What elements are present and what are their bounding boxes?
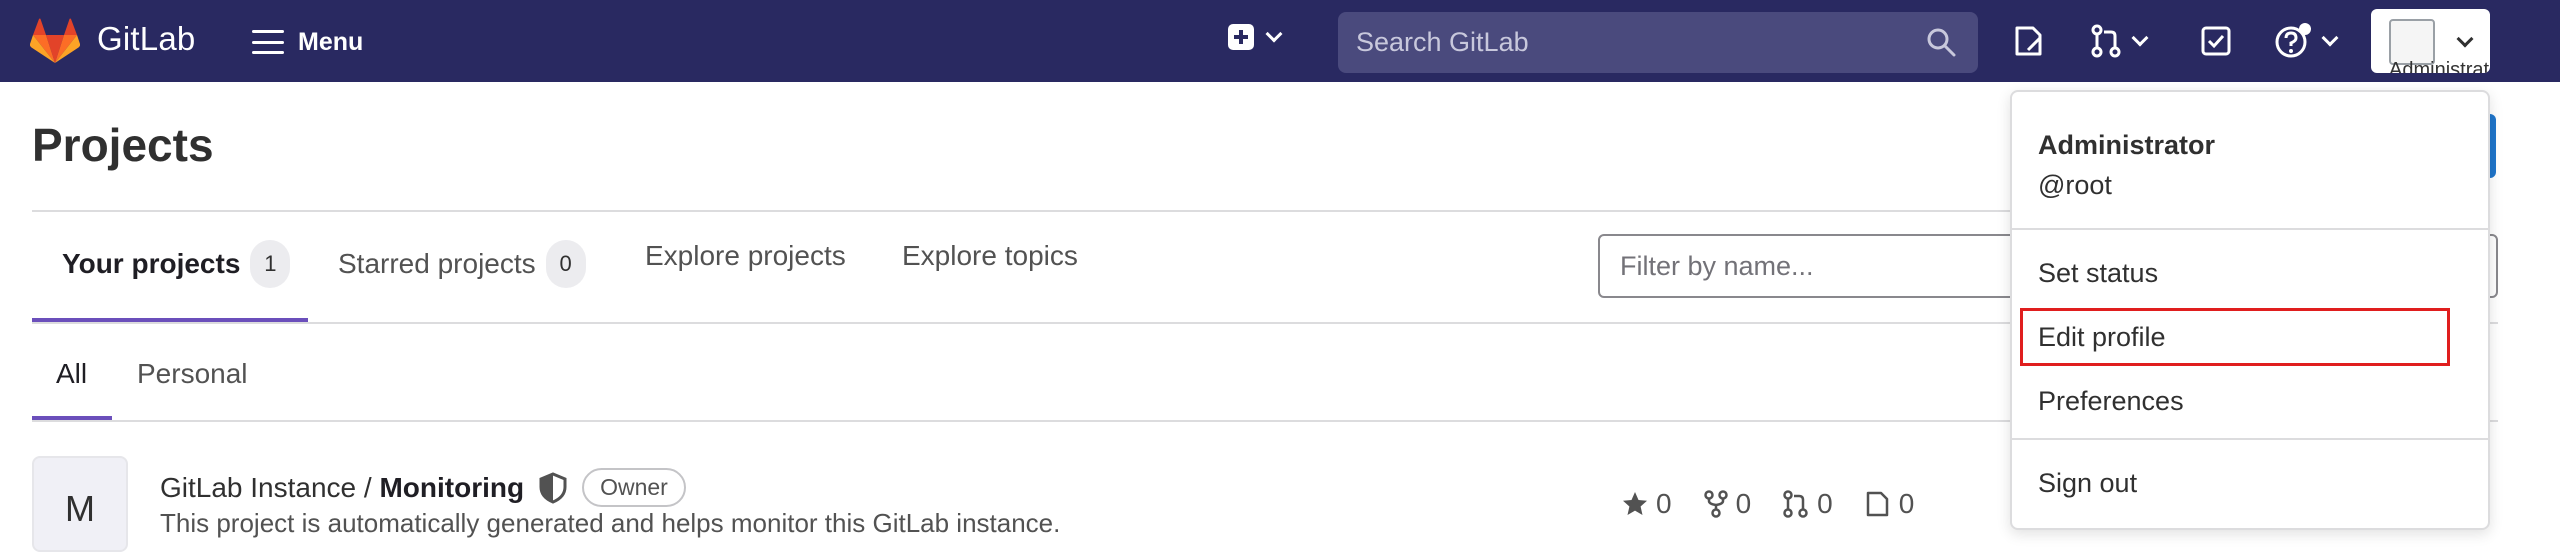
stars-stat[interactable]: 0	[1622, 488, 1672, 520]
merge-requests-count: 0	[1817, 488, 1833, 519]
menu-button[interactable]: Menu	[252, 24, 363, 60]
brand-name[interactable]: GitLab	[97, 20, 195, 58]
tab-explore-topics[interactable]: Explore topics	[902, 240, 1078, 272]
plus-square-icon	[1228, 24, 1254, 50]
subtab-personal[interactable]: Personal	[137, 358, 248, 390]
project-link[interactable]: GitLab Instance / Monitoring	[160, 472, 524, 504]
user-dropdown-menu: Administrator @root Set status Edit prof…	[2010, 90, 2490, 530]
dropdown-divider	[2012, 438, 2488, 440]
menu-item-set-status[interactable]: Set status	[2038, 258, 2158, 289]
chevron-down-icon	[1265, 25, 1283, 43]
role-badge: Owner	[582, 468, 686, 507]
menu-item-sign-out[interactable]: Sign out	[2038, 468, 2137, 499]
merge-requests-nav-button[interactable]	[2090, 22, 2149, 60]
dropdown-divider	[2012, 228, 2488, 230]
project-name: Monitoring	[379, 471, 525, 503]
search-icon	[1927, 28, 1956, 57]
title-divider	[32, 210, 2012, 212]
star-icon	[1623, 492, 1647, 515]
chevron-down-icon	[2321, 29, 2339, 47]
merge-request-icon	[2091, 24, 2121, 58]
user-avatar-button[interactable]: Administrator	[2371, 9, 2490, 73]
count-badge: 1	[250, 240, 291, 288]
dropdown-username[interactable]: @root	[2038, 170, 2112, 201]
help-question-icon	[2275, 23, 2311, 58]
issues-count: 0	[1898, 488, 1915, 519]
issues-icon	[2015, 26, 2042, 56]
tab-explore-projects[interactable]: Explore projects	[645, 240, 846, 272]
fork-icon	[1703, 490, 1728, 518]
filter-placeholder: Filter by name...	[1620, 250, 1814, 281]
top-navbar: GitLab Menu Search GitLab Administrat	[0, 0, 2560, 82]
tab-your-projects[interactable]: Your projects 1	[62, 240, 291, 288]
tab-starred-projects[interactable]: Starred projects 0	[338, 240, 586, 288]
menu-item-edit-profile[interactable]: Edit profile	[2038, 322, 2166, 353]
todos-nav-button[interactable]	[2200, 22, 2232, 60]
count-badge: 0	[545, 240, 586, 288]
menu-item-preferences[interactable]: Preferences	[2038, 386, 2184, 417]
merge-request-icon	[1783, 490, 1808, 518]
merge-requests-stat[interactable]: 0	[1783, 488, 1833, 520]
forks-count: 0	[1735, 488, 1752, 519]
search-placeholder: Search GitLab	[1356, 27, 1529, 57]
tab-label: Explore projects	[645, 240, 846, 271]
gitlab-logo-icon[interactable]	[30, 18, 80, 64]
tab-label: Starred projects	[338, 248, 536, 279]
dropdown-user-name[interactable]: Administrator	[2038, 130, 2215, 161]
page-title: Projects	[32, 119, 214, 171]
tab-label: Explore topics	[902, 240, 1078, 271]
avatar-alt-text: Administrator	[2389, 59, 2490, 73]
chevron-down-icon	[2456, 30, 2474, 48]
shield-icon	[539, 471, 567, 504]
hamburger-icon	[252, 30, 284, 54]
forks-stat[interactable]: 0	[1703, 488, 1752, 520]
project-stats: 0 0 0 0	[1622, 488, 1914, 520]
subtab-all[interactable]: All	[56, 358, 87, 390]
chevron-down-icon	[2131, 29, 2149, 47]
tab-label: Your projects	[62, 248, 241, 279]
project-avatar[interactable]: M	[32, 456, 128, 552]
menu-label: Menu	[298, 27, 364, 56]
stars-count: 0	[1656, 488, 1672, 519]
project-namespace: GitLab Instance /	[160, 471, 380, 503]
search-input[interactable]: Search GitLab	[1338, 12, 1978, 73]
project-title: GitLab Instance / Monitoring Owner	[160, 468, 686, 507]
project-description: This project is automatically generated …	[160, 508, 1061, 538]
issues-icon	[1866, 491, 1888, 517]
issues-stat[interactable]: 0	[1865, 488, 1915, 520]
issues-nav-button[interactable]	[2012, 22, 2046, 60]
help-nav-button[interactable]	[2274, 22, 2339, 60]
create-new-button[interactable]	[1228, 24, 1283, 50]
todo-checkbox-icon	[2201, 26, 2231, 56]
